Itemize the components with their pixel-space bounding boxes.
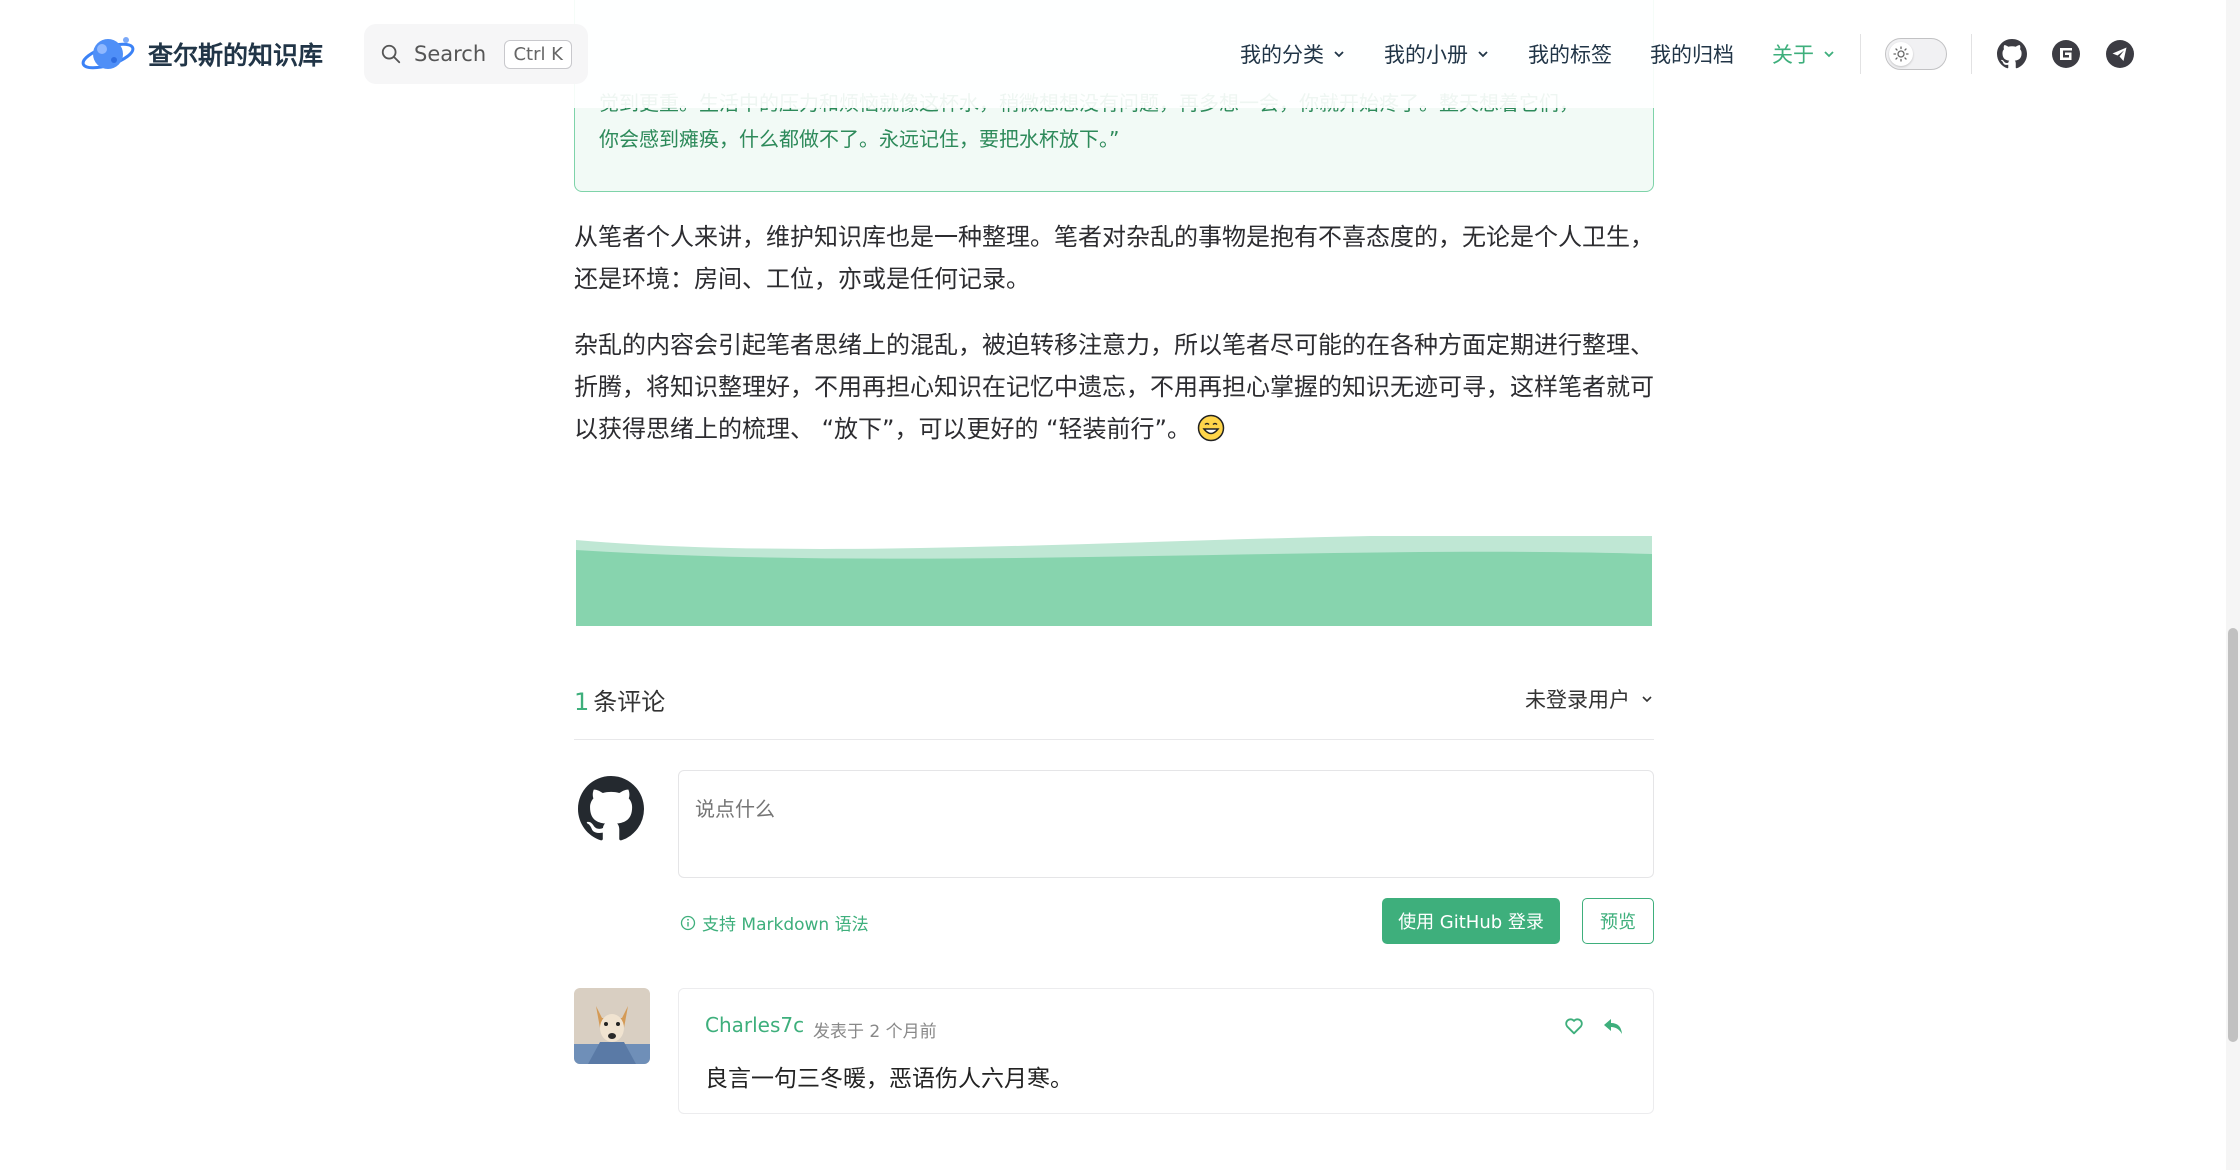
comment-count-label: 条评论 — [593, 688, 666, 716]
comment-card: Charles7c 发表于 2 个月前 良言一句三冬暖，恶语伤人六月寒。 — [678, 988, 1654, 1114]
github-icon — [1997, 39, 2027, 69]
paragraph-line: 以获得思绪上的梳理、 “放下”，可以更好的 “轻装前行”。 — [574, 408, 1654, 450]
comment-meta: 发表于 2 个月前 — [813, 1022, 937, 1042]
search-icon — [381, 44, 401, 64]
nav-divider — [1860, 34, 1861, 74]
preview-button[interactable]: 预览 — [1582, 898, 1654, 944]
chevron-down-icon — [1478, 51, 1488, 58]
comment-count: 1 条评论 — [574, 682, 665, 717]
theme-toggle[interactable] — [1885, 38, 1947, 70]
github-avatar-icon — [578, 776, 644, 841]
article-paragraph-2: 杂乱的内容会引起笔者思绪上的混乱，被迫转移注意力，所以笔者尽可能的在各种方面定期… — [574, 324, 1654, 450]
paragraph-line: 杂乱的内容会引起笔者思绪上的混乱，被迫转移注意力，所以笔者尽可能的在各种方面定期… — [574, 331, 1654, 359]
quote-line-2: 你会感到瘫痪，什么都做不了。永远记住，要把水杯放下。” — [599, 127, 1120, 151]
nav-item-label: 关于 — [1772, 43, 1814, 67]
sun-icon — [1889, 42, 1913, 66]
github-link[interactable] — [1996, 38, 2028, 70]
user-status-dropdown[interactable]: 未登录用户 — [1525, 684, 1654, 714]
search-shortcut-badge: Ctrl K — [504, 39, 572, 69]
wave-divider — [576, 536, 1652, 626]
paragraph-line: 折腾，将知识整理好，不用再担心知识在记忆中遗忘，不用再担心掌握的知识无迹可寻，这… — [574, 373, 1654, 401]
gitee-link[interactable] — [2050, 38, 2082, 70]
nav-item-label: 我的分类 — [1240, 43, 1324, 67]
nav-item-tags[interactable]: 我的标签 — [1528, 39, 1612, 69]
avatar[interactable] — [574, 988, 650, 1064]
paragraph-line: 还是环境：房间、工位，亦或是任何记录。 — [574, 265, 1030, 293]
github-login-button[interactable]: 使用 GitHub 登录 — [1382, 898, 1560, 944]
article-paragraph-1: 从笔者个人来讲，维护知识库也是一种整理。笔者对杂乱的事物是抱有不喜态度的，无论是… — [574, 216, 1654, 300]
comment-author[interactable]: Charles7c — [705, 1013, 804, 1037]
top-navbar: 查尔斯的知识库 Search Ctrl K 我的分类 我的小册 我的标签 我的归… — [0, 0, 2220, 108]
info-icon — [680, 915, 696, 930]
nav-item-booklets[interactable]: 我的小册 — [1384, 39, 1490, 69]
telegram-link[interactable] — [2104, 38, 2136, 70]
user-status-label: 未登录用户 — [1525, 688, 1630, 712]
heart-icon[interactable] — [1563, 1015, 1585, 1037]
nav-item-archives[interactable]: 我的归档 — [1650, 39, 1734, 69]
chevron-down-icon — [1642, 696, 1652, 703]
paragraph-text: 以获得思绪上的梳理、 “放下”，可以更好的 “轻装前行”。 — [574, 415, 1191, 443]
nav-item-categories[interactable]: 我的分类 — [1240, 39, 1346, 69]
dog-avatar-image — [574, 988, 650, 1064]
brand-link[interactable]: 查尔斯的知识库 — [80, 30, 323, 78]
comments-header: 1 条评论 未登录用户 — [574, 676, 1654, 740]
search-button[interactable]: Search Ctrl K — [364, 24, 588, 84]
comment-body: 良言一句三冬暖，恶语伤人六月寒。 — [705, 1066, 1073, 1092]
planet-logo-icon — [81, 37, 135, 70]
chevron-down-icon — [1334, 51, 1344, 58]
comment-count-number: 1 — [574, 688, 590, 716]
reply-icon[interactable] — [1601, 1015, 1625, 1037]
nav-item-label: 我的小册 — [1384, 43, 1468, 67]
markdown-hint-label: 支持 Markdown 语法 — [702, 915, 869, 935]
chevron-down-icon — [1824, 51, 1834, 58]
comment-input[interactable] — [678, 770, 1654, 878]
nav-menu: 我的分类 我的小册 我的标签 我的归档 关于 — [1240, 0, 2136, 108]
nav-item-label: 我的归档 — [1650, 43, 1734, 67]
markdown-hint-link[interactable]: 支持 Markdown 语法 — [680, 910, 869, 935]
nav-item-about[interactable]: 关于 — [1772, 39, 1836, 69]
search-label: Search — [414, 42, 487, 66]
grinning-face-icon — [1197, 414, 1225, 442]
nav-item-label: 我的标签 — [1528, 43, 1612, 67]
telegram-icon — [2106, 40, 2134, 68]
page-scrollbar-thumb[interactable] — [2228, 628, 2238, 1042]
paragraph-line: 从笔者个人来讲，维护知识库也是一种整理。笔者对杂乱的事物是抱有不喜态度的，无论是… — [574, 223, 1654, 251]
gitee-icon — [2052, 40, 2080, 68]
brand-title: 查尔斯的知识库 — [148, 41, 324, 70]
nav-divider — [1971, 34, 1972, 74]
